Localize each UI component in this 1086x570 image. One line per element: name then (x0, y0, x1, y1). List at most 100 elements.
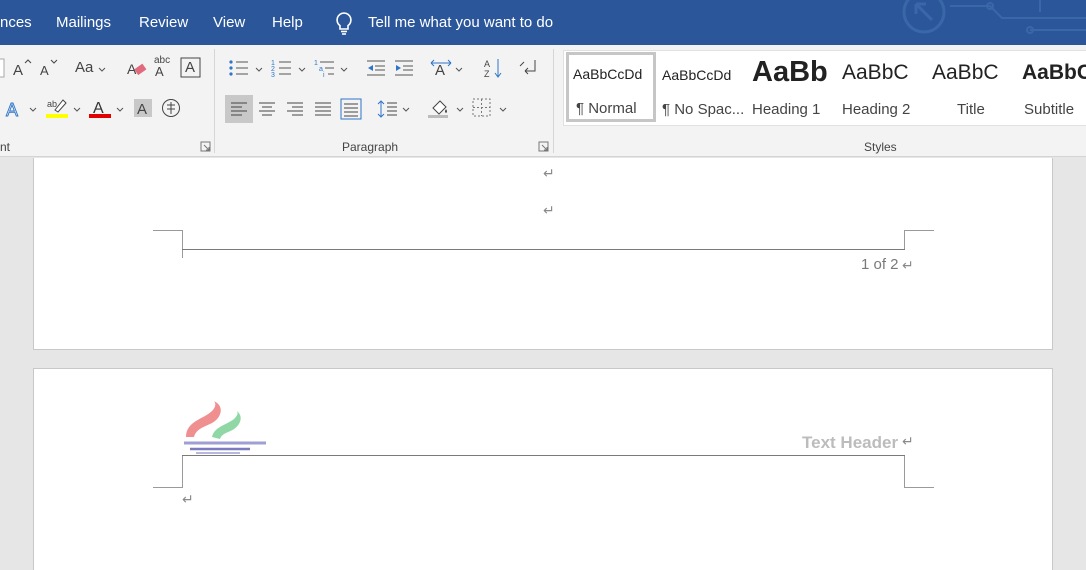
crop-mark (182, 230, 183, 258)
group-separator (214, 49, 215, 153)
phonetic-guide-icon[interactable]: abc A (153, 55, 175, 79)
svg-text:A: A (484, 59, 490, 69)
group-separator (553, 49, 554, 153)
increase-indent-icon[interactable] (393, 57, 415, 79)
phonetic-guide-base: A (155, 64, 164, 79)
style-sample: AaBbC (1022, 61, 1086, 84)
line-spacing-dropdown-icon[interactable] (402, 107, 410, 113)
style-no-spacing[interactable]: AaBbCcDd ¶ No Spac... (656, 53, 746, 123)
header-text[interactable]: Text Header (802, 433, 898, 453)
document-page-2[interactable]: Text Header ↵ ↵ (33, 368, 1053, 570)
change-case-dropdown-icon[interactable] (98, 67, 106, 73)
sort-icon[interactable]: AZ (482, 57, 504, 79)
shading-dropdown-icon[interactable] (456, 107, 464, 113)
paragraph-dialog-launcher-icon[interactable] (538, 141, 549, 152)
ribbon: A A Aa A abc A A A ab A A nt 1 2 3 1 a i… (0, 45, 1086, 157)
line-spacing-icon[interactable] (377, 98, 399, 120)
character-border-button[interactable]: A (180, 57, 202, 79)
word-window: nces Mailings Review View Help Tell me w… (0, 0, 1086, 570)
font-color-icon[interactable]: A (89, 97, 111, 119)
grow-font-icon[interactable]: A (11, 57, 33, 79)
multilevel-dropdown-icon[interactable] (340, 67, 348, 73)
text-effects-icon[interactable]: A (5, 97, 27, 119)
font-size-box[interactable] (0, 57, 6, 79)
paragraph-group-label: Paragraph (342, 140, 399, 154)
lightbulb-icon[interactable] (334, 11, 354, 35)
multilevel-list-icon[interactable]: 1ai (314, 57, 336, 79)
borders-dropdown-icon[interactable] (499, 107, 507, 113)
style-sample: AaBbC (932, 61, 999, 84)
font-dialog-launcher-icon[interactable] (200, 141, 211, 152)
align-center-icon[interactable] (256, 98, 278, 120)
text-direction-dropdown-icon[interactable] (455, 67, 463, 73)
tab-review[interactable]: Review (139, 14, 188, 31)
clear-formatting-icon[interactable]: A (125, 57, 147, 79)
style-title[interactable]: AaBbC Title (926, 53, 1016, 123)
style-heading-1[interactable]: AaBb Heading 1 (746, 53, 836, 123)
style-heading-2[interactable]: AaBbC Heading 2 (836, 53, 926, 123)
menu-bar: nces Mailings Review View Help Tell me w… (0, 0, 1086, 45)
bullets-dropdown-icon[interactable] (255, 67, 263, 73)
decrease-indent-icon[interactable] (365, 57, 387, 79)
tab-references[interactable]: nces (0, 14, 32, 31)
tab-help[interactable]: Help (272, 14, 303, 31)
justify-icon[interactable] (312, 98, 334, 120)
shading-icon[interactable] (428, 97, 450, 119)
enclose-characters-icon[interactable] (160, 97, 182, 119)
document-page-1[interactable]: ↵ ↵ 1 of 2 ↵ (33, 158, 1053, 350)
footer-page-number[interactable]: 1 of 2 (861, 256, 899, 273)
crop-mark (904, 456, 905, 488)
header-border-line (182, 455, 905, 456)
numbering-icon[interactable]: 123 (271, 57, 293, 79)
numbering-dropdown-icon[interactable] (298, 67, 306, 73)
crop-mark (182, 456, 183, 488)
circuit-decoration-icon (902, 0, 1086, 34)
align-right-icon[interactable] (284, 98, 306, 120)
paragraph-mark: ↵ (902, 257, 914, 273)
svg-text:A: A (435, 62, 445, 79)
crop-mark (904, 487, 934, 488)
svg-text:Z: Z (484, 69, 490, 79)
show-hide-marks-icon[interactable] (517, 57, 539, 79)
character-shading-icon[interactable]: A (132, 97, 154, 119)
style-name: Subtitle (1024, 101, 1075, 118)
tab-view[interactable]: View (213, 14, 245, 31)
svg-text:i: i (323, 72, 325, 79)
crop-mark (904, 230, 905, 250)
tell-me-search[interactable]: Tell me what you want to do (368, 14, 553, 31)
svg-text:3: 3 (271, 72, 275, 79)
styles-group-label: Styles (864, 140, 897, 154)
text-direction-icon[interactable]: A (430, 57, 452, 79)
paragraph-mark: ↵ (182, 491, 194, 507)
shrink-font-icon[interactable]: A (37, 57, 59, 79)
align-left-button[interactable] (225, 95, 253, 123)
style-sample: AaBb (752, 56, 828, 88)
style-name: Title (957, 101, 985, 118)
style-name: ¶ Normal (576, 100, 637, 117)
crop-mark (153, 230, 183, 231)
font-group-label: nt (0, 140, 11, 154)
company-logo-icon (184, 401, 266, 454)
font-color-dropdown-icon[interactable] (116, 107, 124, 113)
tab-mailings[interactable]: Mailings (56, 14, 111, 31)
crop-mark (904, 230, 934, 231)
distributed-icon[interactable] (340, 98, 362, 120)
style-name: Heading 2 (842, 101, 911, 118)
style-sample: AaBbCcDd (662, 67, 732, 83)
bullets-icon[interactable] (228, 57, 250, 79)
change-case-label: Aa (75, 59, 94, 76)
borders-icon[interactable] (471, 97, 493, 119)
character-border-label: A (185, 59, 196, 76)
highlight-dropdown-icon[interactable] (73, 107, 81, 113)
style-normal[interactable]: AaBbCcDd ¶ Normal (566, 52, 656, 122)
svg-text:A: A (6, 100, 18, 119)
highlight-color-icon[interactable]: ab (46, 97, 68, 119)
paragraph-mark: ↵ (543, 165, 555, 181)
style-subtitle[interactable]: AaBbC Subtitle (1016, 53, 1086, 123)
paragraph-mark: ↵ (543, 202, 555, 218)
style-name: ¶ No Spac... (662, 101, 745, 118)
style-sample: AaBbCcDd (573, 66, 643, 82)
svg-text:1: 1 (314, 60, 318, 67)
text-effects-dropdown-icon[interactable] (29, 107, 37, 113)
styles-gallery: AaBbCcDd ¶ Normal AaBbCcDd ¶ No Spac... … (563, 50, 1086, 126)
